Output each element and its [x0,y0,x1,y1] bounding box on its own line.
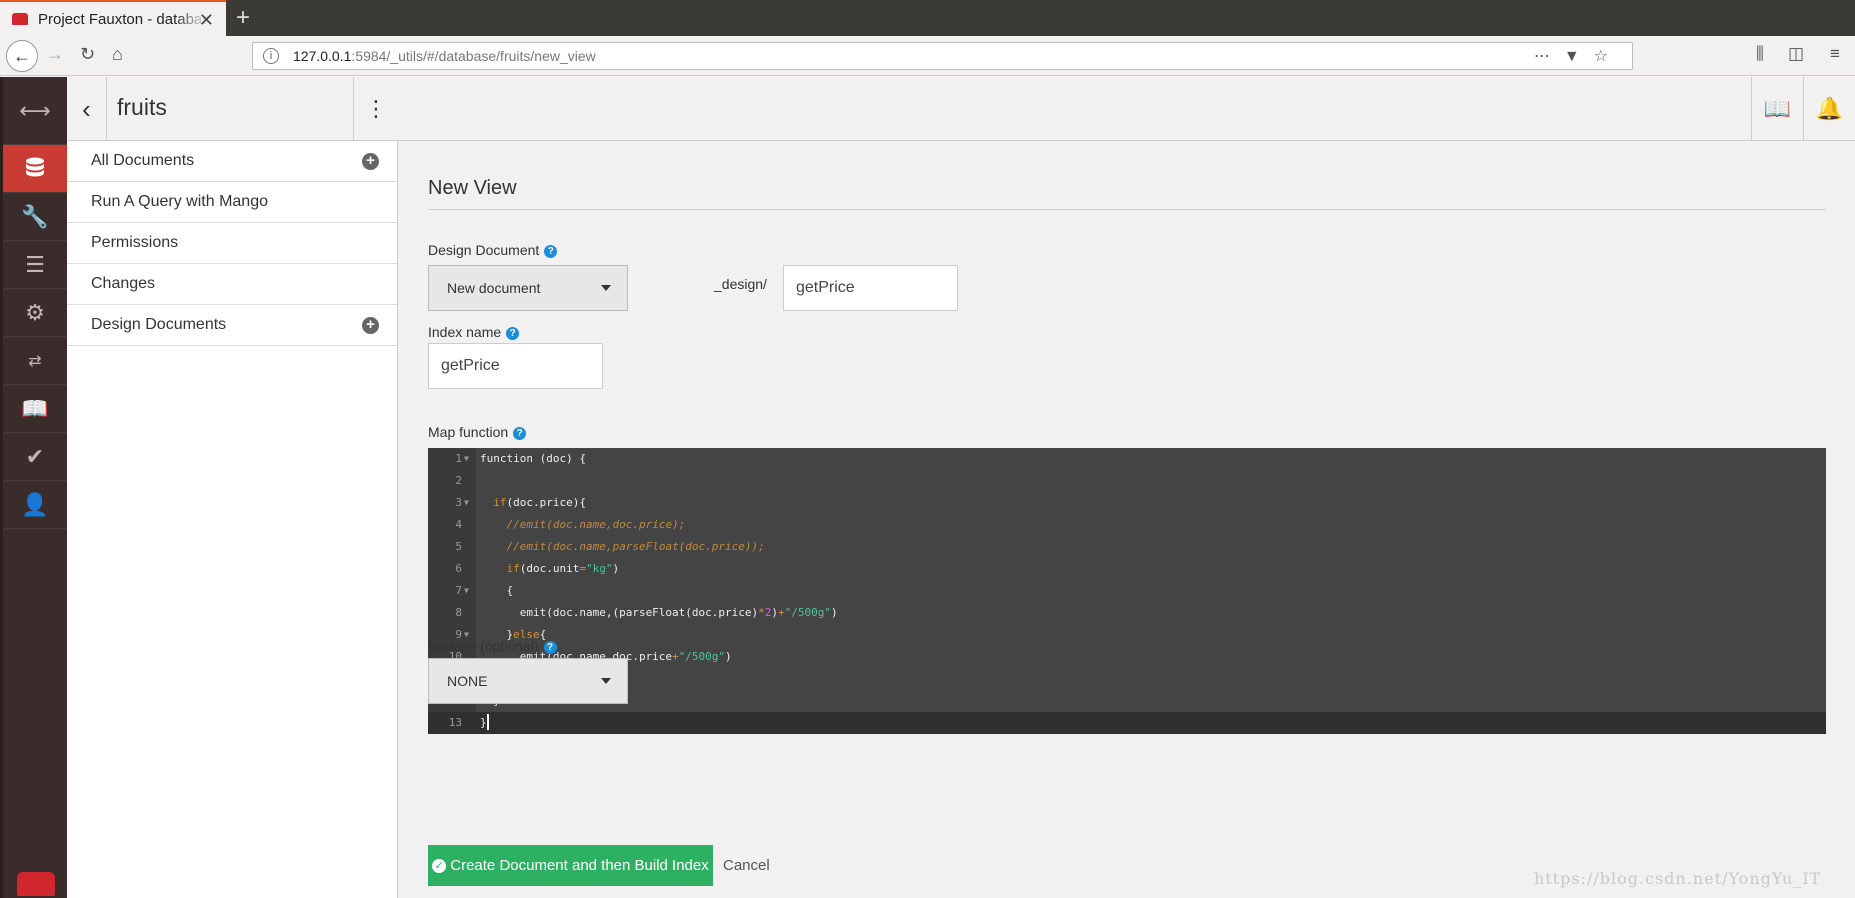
sidebar-item-label: Run A Query with Mango [91,193,268,210]
title-divider [428,209,1826,210]
sidebar-item-label: Design Documents [91,316,227,333]
gear-icon[interactable]: ⚙ [3,289,67,337]
code-line: 8 emit(doc.name,(parseFloat(doc.price)*2… [455,606,838,619]
replication-icon[interactable]: ⇄ [3,337,67,385]
code-line: 10 emit(doc.name,doc.price+"/500g") [448,650,732,663]
new-view-form: New View Design Document? New document _… [398,141,1855,898]
sidebar-item-all-documents[interactable]: All Documents + [67,141,397,182]
sidebar-item-changes[interactable]: Changes [67,264,397,305]
tab-title: Project Fauxton - database [38,10,208,28]
page-title: New View [428,177,517,199]
input-value: getPrice [796,279,855,296]
server-icon[interactable]: ☰ [3,241,67,289]
sidebar-item-mango-query[interactable]: Run A Query with Mango [67,182,397,223]
reload-icon[interactable]: ↻ [80,44,95,65]
page-actions-icons[interactable]: ⋯▼☆ [1534,46,1622,66]
url-bar[interactable]: i 127.0.0.1 :5984/_utils/#/database/frui… [252,42,1633,70]
check-circle-icon: ✓ [432,858,447,873]
reduce-select[interactable]: NONE [428,658,628,704]
primary-nav: ⟷ 🔧 ☰ ⚙ ⇄ 📖 ✔ 👤 [0,77,67,898]
reduce-label: Reduce (optional)? [428,638,557,654]
code-line: 12 } [428,690,1826,712]
help-icon[interactable]: ? [513,427,527,440]
api-docs-icon[interactable]: 📖 [1751,77,1803,141]
url-path: :5984/_utils/#/database/fruits/new_view [351,48,596,64]
code-line-current: 13} [428,712,1826,734]
design-prefix: _design/ [714,276,767,292]
map-function-editor[interactable]: 1 ▼ function (doc) { 2 3 ▼ if(doc.price){ 4… [428,448,1826,734]
sidebar-item-label: Changes [91,275,156,292]
back-icon[interactable]: ← [6,40,38,72]
help-icon[interactable]: ? [544,245,558,258]
code-line: 3 ▼ if(doc.price){ [455,496,586,509]
new-tab-icon[interactable]: + [236,4,250,32]
browser-tab[interactable]: Project Fauxton - database ✕ [0,0,226,36]
help-icon[interactable]: ? [506,327,520,340]
sidebar-item-permissions[interactable]: Permissions [67,223,397,264]
input-value: getPrice [441,357,500,374]
couchdb-logo-icon[interactable] [17,872,55,896]
add-design-document-icon[interactable]: + [362,317,379,334]
code-line: 1 ▼ function (doc) { [455,452,586,465]
label-text: Map function [428,424,509,440]
label-text: Reduce (optional) [428,638,539,654]
hamburger-menu-icon[interactable]: ≡ [1830,44,1840,64]
close-tab-icon[interactable]: ✕ [199,10,214,31]
notifications-bell-icon[interactable]: 🔔 [1803,77,1855,141]
chevron-down-icon [601,285,611,291]
text-cursor [486,714,489,730]
select-value: New document [447,280,541,296]
sidebar-toggle-icon[interactable]: ◫ [1788,44,1804,64]
code-line: 11 } [428,668,1826,690]
design-document-label: Design Document? [428,242,558,258]
database-sidebar: ‹ fruits ⋮ All Documents + Run A Query w… [67,77,398,898]
browser-tabbar: Project Fauxton - database ✕ + [0,0,1855,36]
code-line: 5 //emit(doc.name,parseFloat(doc.price))… [455,540,765,553]
index-name-label: Index name? [428,324,520,340]
sidebar-item-label: All Documents [91,152,195,169]
verify-icon[interactable]: ✔ [3,433,67,481]
database-name: fruits [117,94,167,120]
watermark: https://blog.csdn.net/YongYu_IT [1534,869,1822,888]
forward-icon[interactable]: → [46,44,64,65]
user-icon[interactable]: 👤 [3,481,67,529]
code-line: 6 if(doc.unit="kg") [455,562,620,575]
library-icon[interactable]: ⫼ [1756,44,1764,64]
help-icon[interactable]: ? [543,641,557,654]
cancel-link[interactable]: Cancel [723,857,770,874]
expand-nav-icon[interactable]: ⟷ [3,77,67,145]
databases-icon[interactable] [3,145,67,193]
back-to-databases-icon[interactable]: ‹ [67,77,107,141]
map-function-label: Map function? [428,424,527,440]
code-line: 9 ▼ }else{ [455,628,547,641]
create-and-build-button[interactable]: ✓ Create Document and then Build Index [428,845,713,886]
design-document-select[interactable]: New document [428,265,628,311]
design-name-input[interactable]: getPrice [783,265,958,311]
url-host: 127.0.0.1 [293,48,352,64]
couchdb-favicon-icon [12,13,28,25]
browser-navbar: ← → ↻ ⌂ i 127.0.0.1 :5984/_utils/#/datab… [0,36,1855,76]
site-info-icon[interactable]: i [263,48,279,64]
select-value: NONE [447,673,488,689]
button-label: Create Document and then Build Index [450,857,709,874]
main-header: 📖 🔔 [398,77,1855,141]
sidebar-item-design-documents[interactable]: Design Documents + [67,305,397,346]
database-menu-icon[interactable]: ⋮ [353,77,398,141]
add-document-icon[interactable]: + [362,153,379,170]
docs-icon[interactable]: 📖 [3,385,67,433]
label-text: Design Document [428,242,540,258]
code-line: 2 [455,474,462,487]
code-line: 4 //emit(doc.name,doc.price); [455,518,686,531]
code-line: 7 ▼ { [455,584,514,597]
index-name-input[interactable]: getPrice [428,343,603,389]
wrench-icon[interactable]: 🔧 [3,193,67,241]
label-text: Index name [428,324,502,340]
sidebar-item-label: Permissions [91,234,179,251]
chevron-down-icon [601,678,611,684]
home-icon[interactable]: ⌂ [112,44,123,65]
sidebar-header: ‹ fruits ⋮ [67,77,398,141]
